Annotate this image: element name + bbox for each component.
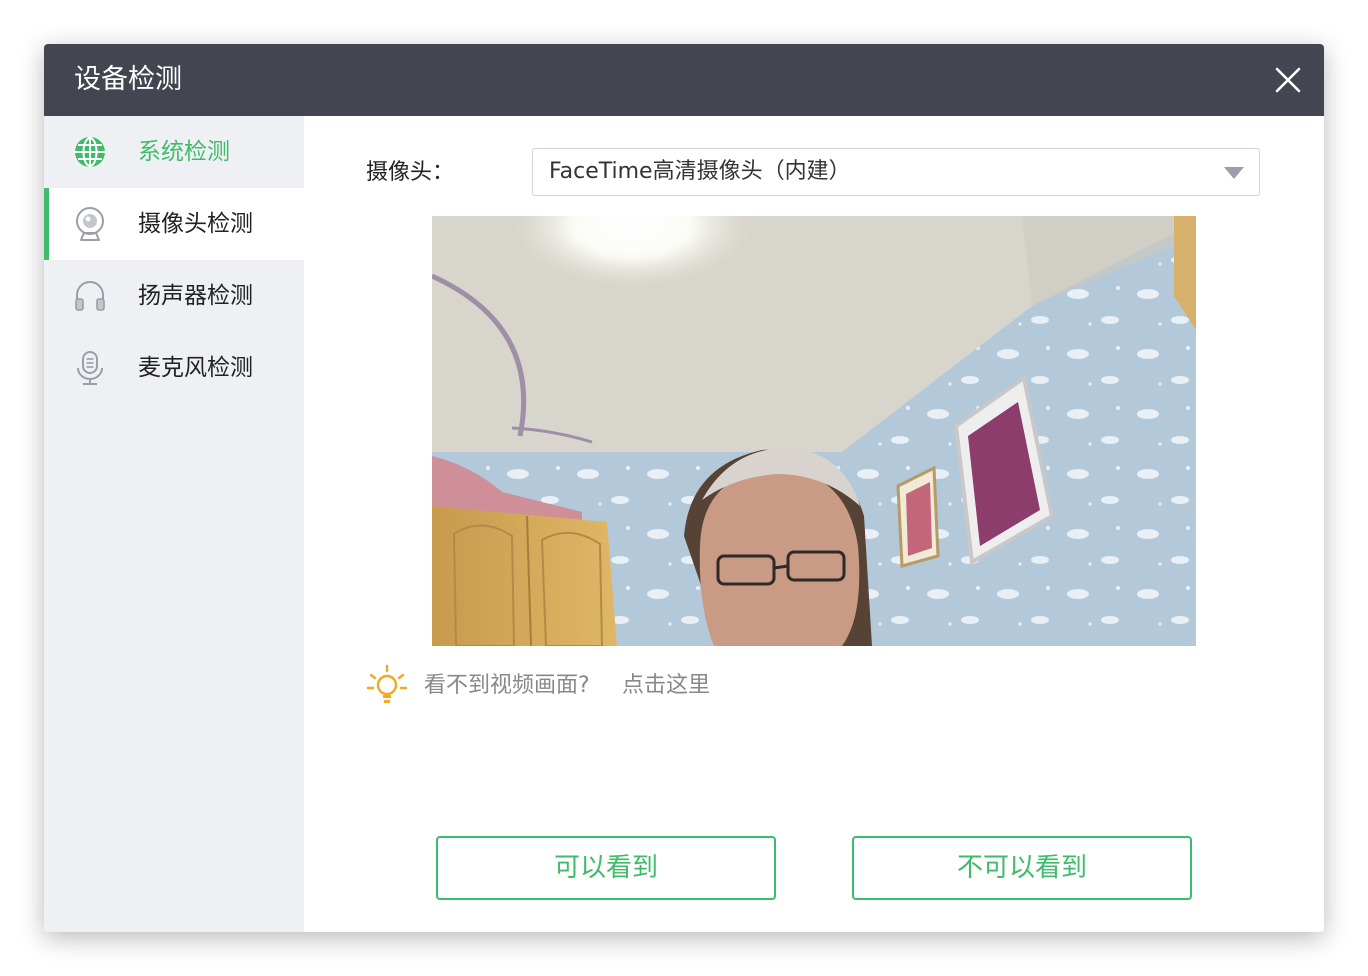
camera-select-value: FaceTime高清摄像头（内建） bbox=[549, 159, 851, 184]
sidebar-item-label: 扬声器检测 bbox=[138, 283, 253, 309]
headphones-icon bbox=[75, 281, 105, 311]
title-bar: 设备检测 bbox=[44, 44, 1324, 116]
hint-row: 看不到视频画面? 点击这里 bbox=[366, 664, 966, 708]
camera-preview-image bbox=[432, 216, 1196, 646]
cannot-see-button[interactable]: 不可以看到 bbox=[852, 836, 1192, 900]
sidebar-item-system-check[interactable]: 系统检测 bbox=[44, 116, 304, 188]
camera-select[interactable]: FaceTime高清摄像头（内建） bbox=[532, 148, 1260, 196]
close-button[interactable] bbox=[1270, 62, 1306, 98]
lightbulb-icon bbox=[366, 664, 408, 703]
dialog-title: 设备检测 bbox=[74, 64, 182, 95]
camera-check-panel: 摄像头： FaceTime高清摄像头（内建） 看不到视频画面? 点击这里 可以看… bbox=[304, 116, 1324, 932]
sidebar-item-camera-check[interactable]: 摄像头检测 bbox=[44, 188, 304, 260]
globe-icon bbox=[75, 137, 105, 167]
hint-link[interactable]: 点击这里 bbox=[622, 670, 710, 702]
sidebar-item-microphone-check[interactable]: 麦克风检测 bbox=[44, 332, 304, 404]
close-icon bbox=[1275, 67, 1301, 93]
sidebar-item-label: 麦克风检测 bbox=[138, 355, 253, 381]
sidebar-item-label: 摄像头检测 bbox=[138, 211, 253, 237]
camera-label: 摄像头： bbox=[366, 160, 455, 185]
sidebar-item-label: 系统检测 bbox=[138, 139, 230, 165]
webcam-icon bbox=[76, 207, 104, 241]
microphone-icon bbox=[77, 351, 103, 385]
caret-down-icon bbox=[1224, 167, 1244, 179]
can-see-button[interactable]: 可以看到 bbox=[436, 836, 776, 900]
sidebar-item-speaker-check[interactable]: 扬声器检测 bbox=[44, 260, 304, 332]
sidebar: 系统检测 摄像头检测 扬声器检测 麦克风检测 bbox=[44, 116, 304, 932]
camera-preview bbox=[432, 216, 1196, 646]
hint-text: 看不到视频画面? bbox=[424, 673, 590, 698]
device-check-dialog: 设备检测 系统检测 摄像头检测 扬声器检测 麦克风检测 摄像头： FaceTim… bbox=[44, 44, 1324, 932]
